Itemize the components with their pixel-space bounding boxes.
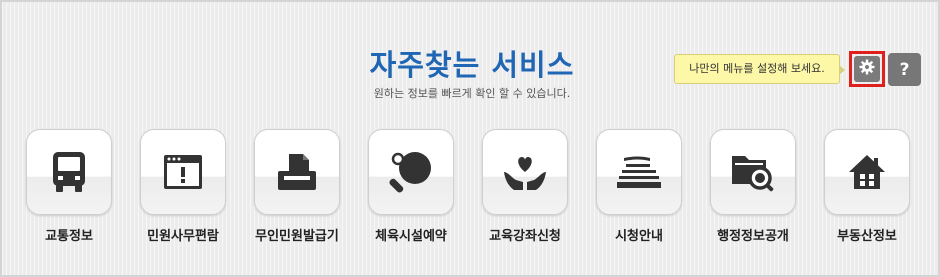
services-panel: 자주찾는 서비스 원하는 정보를 빠르게 확인 할 수 있습니다. 나만의 메뉴…: [0, 0, 940, 277]
service-item-city-hall[interactable]: 시청안내: [584, 129, 684, 244]
service-label: 부동산정보: [837, 229, 897, 244]
service-list: 교통정보 민원사무편람 무인민원발급기 체육시설예약 교육강좌신청 시청안내 행…: [2, 129, 940, 274]
service-tile[interactable]: [26, 129, 112, 215]
service-label: 체육시설예약: [375, 229, 447, 244]
service-item-traffic[interactable]: 교통정보: [14, 129, 114, 244]
service-label: 교통정보: [45, 229, 93, 244]
service-label: 교육강좌신청: [489, 229, 561, 244]
service-tile[interactable]: [254, 129, 340, 215]
service-item-real-estate[interactable]: 부동산정보: [812, 129, 912, 244]
ping-pong-icon: [389, 150, 433, 194]
service-item-education[interactable]: 교육강좌신청: [470, 129, 570, 244]
service-label: 시청안내: [615, 229, 663, 244]
service-tile[interactable]: [482, 129, 568, 215]
gear-icon: [859, 59, 875, 79]
service-item-open-info[interactable]: 행정정보공개: [698, 129, 798, 244]
house-icon: [847, 153, 887, 191]
service-label: 무인민원발급기: [255, 229, 339, 244]
service-tile[interactable]: [596, 129, 682, 215]
help-button[interactable]: ?: [888, 53, 921, 86]
hands-heart-icon: [502, 152, 548, 192]
browser-alert-icon: [163, 154, 203, 190]
service-item-kiosk[interactable]: 무인민원발급기: [242, 129, 342, 244]
building-icon: [616, 155, 662, 189]
service-tile[interactable]: [710, 129, 796, 215]
settings-button[interactable]: [854, 56, 880, 82]
settings-highlight: [849, 51, 885, 87]
service-tile[interactable]: [824, 129, 910, 215]
bus-icon: [49, 150, 89, 194]
service-item-civil-manual[interactable]: 민원사무편람: [128, 129, 228, 244]
printer-icon: [276, 153, 318, 191]
settings-tooltip: 나만의 메뉴를 설정해 보세요.: [674, 54, 845, 84]
service-label: 민원사무편람: [147, 229, 219, 244]
page-subtitle: 원하는 정보를 빠르게 확인 할 수 있습니다.: [373, 87, 571, 100]
service-item-sports[interactable]: 체육시설예약: [356, 129, 456, 244]
service-tile[interactable]: [368, 129, 454, 215]
service-tile[interactable]: [140, 129, 226, 215]
folder-search-icon: [730, 152, 776, 192]
service-label: 행정정보공개: [717, 229, 789, 244]
